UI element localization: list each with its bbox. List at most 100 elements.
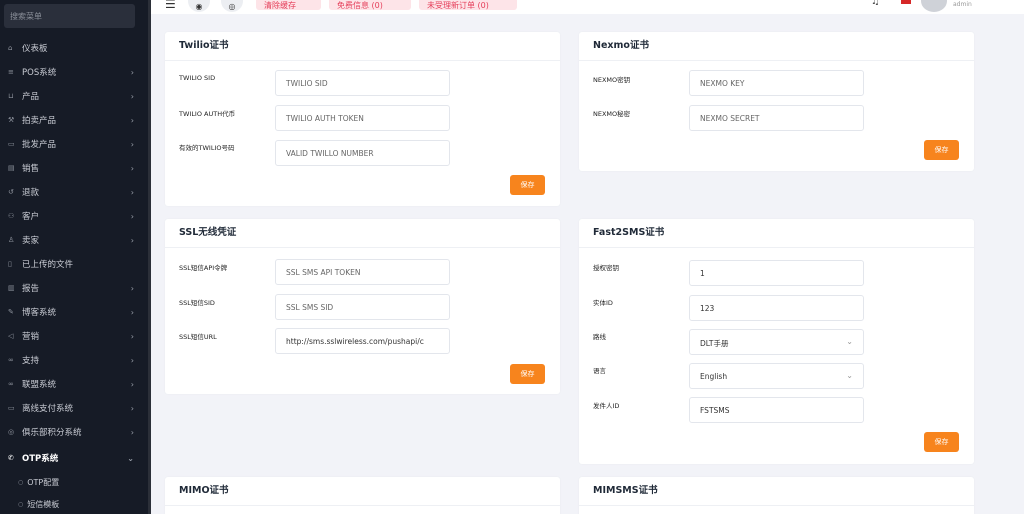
chevron-right-icon: › bbox=[130, 283, 134, 293]
file-icon: ▯ bbox=[8, 260, 12, 268]
sidebar-item-label: 销售 bbox=[22, 164, 40, 174]
bell-icon[interactable]: ♫ bbox=[871, 0, 880, 7]
sidebar-item-dashboard[interactable]: ⌂ 仪表板 bbox=[0, 36, 148, 60]
sidebar: 搜索菜单 ⌂ 仪表板 ≡ POS系统 › ⊔ 产品 › ⚒ 拍卖产品 › ▭ 批发产品 › ▤ 销售… bbox=[0, 0, 148, 514]
nexmo-secret-input[interactable]: NEXMO SECRET bbox=[689, 105, 864, 131]
cart-icon: ⊔ bbox=[8, 92, 14, 100]
card-title: Fast2SMS证书 bbox=[593, 227, 665, 238]
sidebar-item-label: 客户 bbox=[22, 212, 40, 222]
sidebar-item-label: 退款 bbox=[22, 188, 40, 198]
sidebar-item-label: 卖家 bbox=[22, 236, 40, 246]
sender-id-input[interactable]: FSTSMS bbox=[689, 397, 864, 423]
sidebar-item-sales[interactable]: ▤ 销售 › bbox=[0, 156, 148, 180]
chevron-right-icon: › bbox=[130, 355, 134, 365]
clear-cache-button[interactable]: 清除缓存 bbox=[256, 0, 321, 10]
mimo-card: MIMO证书 bbox=[165, 477, 560, 514]
sidebar-subitem-sms-templates[interactable]: ○ 短信模板 bbox=[0, 494, 148, 514]
divider bbox=[165, 505, 560, 506]
sidebar-subitem-otp-config[interactable]: ○ OTP配置 bbox=[0, 472, 148, 492]
link-icon: ∞ bbox=[8, 380, 14, 388]
sidebar-subitem-label: OTP配置 bbox=[27, 477, 60, 487]
sidebar-subitem-label: 短信模板 bbox=[27, 499, 60, 509]
sidebar-item-customers[interactable]: ⚇ 客户 › bbox=[0, 204, 148, 228]
divider bbox=[579, 505, 974, 506]
user-icon: ♙ bbox=[8, 236, 15, 244]
entity-id-input[interactable]: 123 bbox=[689, 295, 864, 321]
coin-icon: ◎ bbox=[8, 428, 15, 436]
sidebar-item-auction[interactable]: ⚒ 拍卖产品 › bbox=[0, 108, 148, 132]
twilio-auth-token-input[interactable]: TWILIO AUTH TOKEN bbox=[275, 105, 450, 131]
card-icon: ▭ bbox=[8, 404, 15, 412]
sidebar-item-pos[interactable]: ≡ POS系统 › bbox=[0, 60, 148, 84]
twilio-sid-input[interactable]: TWILIO SID bbox=[275, 70, 450, 96]
menu-toggle-icon[interactable]: ☰ bbox=[165, 0, 176, 10]
sidebar-item-label: 联盟系统 bbox=[22, 380, 57, 390]
sidebar-item-label: POS系统 bbox=[22, 68, 57, 78]
sidebar-item-otp[interactable]: ✆ OTP系统 ⌄ bbox=[0, 446, 148, 470]
sidebar-item-wholesale[interactable]: ▭ 批发产品 › bbox=[0, 132, 148, 156]
new-orders-button[interactable]: 未受理新订单 (0) bbox=[419, 0, 517, 10]
twilio-card: Twilio证书 TWILIO SID TWILIO SID TWILIO AU… bbox=[165, 32, 560, 206]
sidebar-item-blog[interactable]: ✎ 博客系统 › bbox=[0, 300, 148, 324]
save-button[interactable]: 保存 bbox=[510, 175, 545, 195]
sidebar-item-label: 批发产品 bbox=[22, 140, 57, 150]
field-label: TWILIO AUTH代币 bbox=[179, 110, 236, 118]
route-select[interactable]: DLT手册 ⌄ bbox=[689, 329, 864, 355]
card-title: MIMO证书 bbox=[179, 485, 229, 496]
chevron-right-icon: › bbox=[130, 91, 134, 101]
blog-icon: ✎ bbox=[8, 308, 14, 316]
twilio-number-input[interactable]: VALID TWILLO NUMBER bbox=[275, 140, 450, 166]
sidebar-item-marketing[interactable]: ◁ 营销 › bbox=[0, 324, 148, 348]
sidebar-item-support[interactable]: ∞ 支持 › bbox=[0, 348, 148, 372]
field-label: 发件人ID bbox=[593, 402, 620, 410]
list-icon: ≡ bbox=[8, 68, 14, 76]
ssl-url-input[interactable]: http://sms.sslwireless.com/pushapi/c bbox=[275, 328, 450, 354]
bullet-icon: ○ bbox=[18, 478, 24, 486]
divider bbox=[165, 60, 560, 61]
ssl-sid-input[interactable]: SSL SMS SID bbox=[275, 294, 450, 320]
sidebar-item-uploaded-files[interactable]: ▯ 已上传的文件 bbox=[0, 252, 148, 276]
chevron-right-icon: › bbox=[130, 307, 134, 317]
card-title: Twilio证书 bbox=[179, 40, 229, 51]
sidebar-item-affiliate[interactable]: ∞ 联盟系统 › bbox=[0, 372, 148, 396]
chevron-right-icon: › bbox=[130, 379, 134, 389]
report-icon: ▥ bbox=[8, 284, 15, 292]
field-label: TWILIO SID bbox=[179, 74, 216, 82]
sidebar-item-label: OTP系统 bbox=[22, 454, 59, 464]
gavel-icon: ⚒ bbox=[8, 116, 15, 124]
chevron-down-icon: ⌄ bbox=[846, 371, 853, 380]
chevron-right-icon: › bbox=[130, 211, 134, 221]
language-select[interactable]: English ⌄ bbox=[689, 363, 864, 389]
avatar[interactable] bbox=[921, 0, 947, 12]
globe-icon[interactable]: ◉ bbox=[188, 0, 210, 12]
save-button[interactable]: 保存 bbox=[924, 432, 959, 452]
route-select-value: DLT手册 bbox=[700, 339, 729, 348]
sidebar-item-club-points[interactable]: ◎ 俱乐部积分系统 › bbox=[0, 420, 148, 444]
save-button[interactable]: 保存 bbox=[510, 364, 545, 384]
fast2sms-card: Fast2SMS证书 授权密钥 1 实体ID 123 路线 DLT手册 ⌄ 语言 … bbox=[579, 219, 974, 464]
free-messages-button[interactable]: 免费信息 (0) bbox=[329, 0, 411, 10]
link-icon: ∞ bbox=[8, 356, 14, 364]
card-title: Nexmo证书 bbox=[593, 40, 649, 51]
sidebar-item-label: 已上传的文件 bbox=[22, 260, 74, 270]
divider bbox=[579, 60, 974, 61]
sidebar-item-offline-payment[interactable]: ▭ 离线支付系统 › bbox=[0, 396, 148, 420]
sidebar-item-reports[interactable]: ▥ 报告 › bbox=[0, 276, 148, 300]
sidebar-item-label: 拍卖产品 bbox=[22, 116, 57, 126]
settings-icon[interactable]: ◎ bbox=[221, 0, 243, 12]
chevron-right-icon: › bbox=[130, 403, 134, 413]
sidebar-item-label: 博客系统 bbox=[22, 308, 57, 318]
menu-search-input[interactable]: 搜索菜单 bbox=[4, 4, 135, 28]
language-flag-icon[interactable] bbox=[901, 0, 911, 4]
save-button[interactable]: 保存 bbox=[924, 140, 959, 160]
ssl-api-token-input[interactable]: SSL SMS API TOKEN bbox=[275, 259, 450, 285]
auth-key-input[interactable]: 1 bbox=[689, 260, 864, 286]
sidebar-item-sellers[interactable]: ♙ 卖家 › bbox=[0, 228, 148, 252]
sidebar-item-refunds[interactable]: ↺ 退款 › bbox=[0, 180, 148, 204]
divider bbox=[579, 247, 974, 248]
mimsms-card: MIMSMS证书 bbox=[579, 477, 974, 514]
sidebar-item-label: 产品 bbox=[22, 92, 40, 102]
nexmo-key-input[interactable]: NEXMO KEY bbox=[689, 70, 864, 96]
sidebar-item-products[interactable]: ⊔ 产品 › bbox=[0, 84, 148, 108]
sidebar-scrollbar[interactable] bbox=[148, 0, 151, 514]
